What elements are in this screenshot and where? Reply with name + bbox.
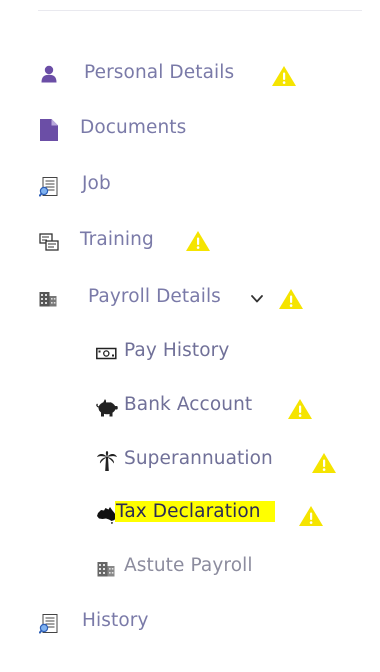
sidebar-item-job[interactable]: Job <box>38 173 158 199</box>
sidebar-item-training[interactable]: Training <box>38 229 238 255</box>
warning-icon <box>186 231 210 251</box>
user-icon <box>41 65 57 83</box>
sidebar-item-label: Pay History <box>124 340 230 361</box>
sidebar-item-label: Tax Declaration <box>115 501 275 522</box>
warning-icon <box>312 453 336 473</box>
sidebar-item-personal-details[interactable]: Personal Details <box>38 62 308 88</box>
history-icon <box>39 614 58 634</box>
sidebar-item-documents[interactable]: Documents <box>38 117 238 143</box>
sidebar-item-label: Documents <box>80 117 187 138</box>
building-icon <box>97 562 115 577</box>
warning-icon <box>288 399 312 419</box>
chevron-down-icon[interactable] <box>250 294 264 304</box>
sidebar-subitem-astute-payroll[interactable]: Astute Payroll <box>96 555 296 581</box>
sidebar-item-label: Personal Details <box>84 62 235 83</box>
sidebar-subitem-pay-history[interactable]: Pay History <box>96 340 256 366</box>
sidebar-item-history[interactable]: History <box>38 610 198 636</box>
sidebar-item-label: Job <box>82 173 111 194</box>
piggy-bank-icon <box>96 399 118 417</box>
sidebar-item-label: Superannuation <box>124 448 273 469</box>
sidebar-item-label: History <box>82 610 149 631</box>
sidebar-item-payroll-details[interactable]: Payroll Details <box>38 286 308 312</box>
sidebar-subitem-superannuation[interactable]: Superannuation <box>96 448 346 474</box>
palm-tree-icon <box>97 451 117 471</box>
sidebar-item-label: Training <box>80 229 154 250</box>
cash-icon <box>96 347 117 360</box>
job-icon <box>39 177 58 197</box>
sidebar-item-label: Payroll Details <box>88 286 221 307</box>
training-icon <box>39 233 59 251</box>
sidebar-item-label: Astute Payroll <box>124 555 253 576</box>
warning-icon <box>299 506 323 526</box>
warning-icon <box>272 66 296 86</box>
document-icon <box>40 119 58 141</box>
sidebar-subitem-tax-declaration[interactable]: Tax Declaration <box>96 501 346 527</box>
payroll-icon <box>39 292 57 307</box>
sidebar-subitem-bank-account[interactable]: Bank Account <box>96 394 346 420</box>
warning-icon <box>279 289 303 309</box>
sidebar-item-label: Bank Account <box>124 394 253 415</box>
top-divider <box>38 10 362 11</box>
